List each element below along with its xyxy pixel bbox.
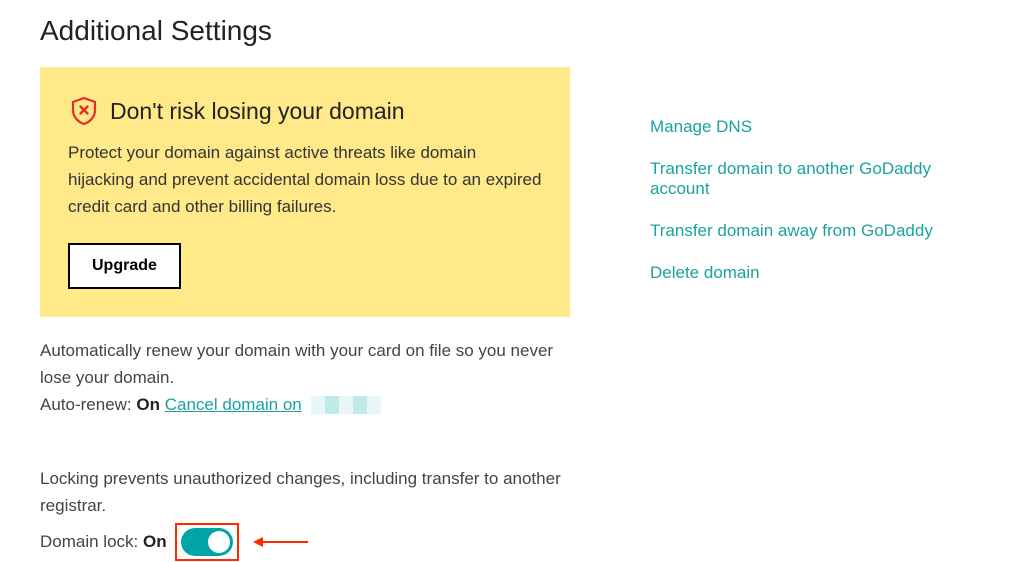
auto-renew-line: Auto-renew: On Cancel domain on (40, 395, 570, 415)
auto-renew-section: Automatically renew your domain with you… (40, 337, 570, 415)
upgrade-warning-box: Don't risk losing your domain Protect yo… (40, 67, 570, 317)
shield-x-icon (68, 95, 100, 127)
domain-lock-toggle-highlight (175, 523, 239, 561)
upgrade-button[interactable]: Upgrade (68, 243, 181, 289)
transfer-away-link[interactable]: Transfer domain away from GoDaddy (650, 221, 984, 241)
action-links-list: Manage DNS Transfer domain to another Go… (650, 117, 984, 283)
warning-header: Don't risk losing your domain (68, 95, 542, 127)
page-title: Additional Settings (40, 15, 984, 47)
domain-lock-label-wrap: Domain lock: On (40, 532, 167, 552)
annotation-arrow-icon (253, 535, 308, 549)
auto-renew-label: Auto-renew: (40, 395, 136, 414)
manage-dns-link[interactable]: Manage DNS (650, 117, 984, 137)
right-column: Manage DNS Transfer domain to another Go… (650, 67, 984, 561)
redacted-date (311, 396, 381, 414)
domain-lock-section: Locking prevents unauthorized changes, i… (40, 465, 570, 561)
domain-lock-toggle[interactable] (181, 528, 233, 556)
auto-renew-value: On (136, 395, 160, 414)
warning-description: Protect your domain against active threa… (68, 139, 542, 221)
transfer-to-account-link[interactable]: Transfer domain to another GoDaddy accou… (650, 159, 984, 199)
domain-lock-value: On (143, 532, 167, 551)
auto-renew-description: Automatically renew your domain with you… (40, 337, 570, 391)
toggle-knob (208, 531, 230, 553)
delete-domain-link[interactable]: Delete domain (650, 263, 984, 283)
domain-lock-description: Locking prevents unauthorized changes, i… (40, 465, 570, 519)
cancel-domain-link[interactable]: Cancel domain on (165, 395, 302, 414)
domain-lock-label: Domain lock: (40, 532, 143, 551)
warning-title: Don't risk losing your domain (110, 98, 405, 125)
left-column: Don't risk losing your domain Protect yo… (40, 67, 570, 561)
